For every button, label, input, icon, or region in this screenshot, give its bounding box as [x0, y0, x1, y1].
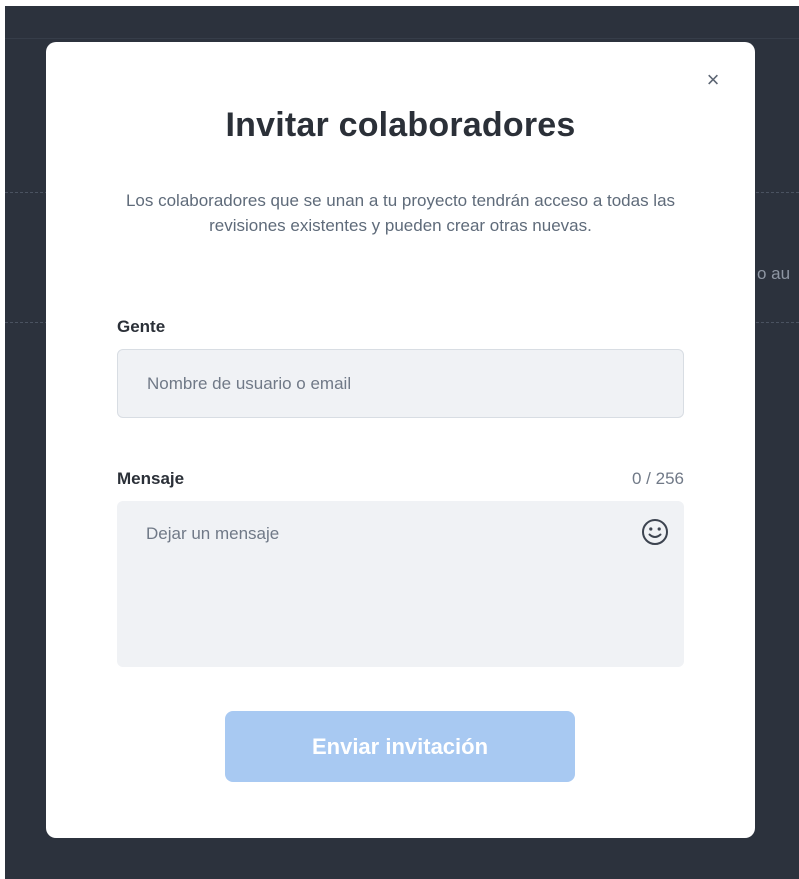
backdrop: o au × Invitar colaboradores Los colabor…: [5, 6, 799, 879]
background-divider: [5, 38, 799, 39]
send-invitation-button[interactable]: Enviar invitación: [225, 711, 575, 782]
people-search-input[interactable]: [117, 349, 684, 418]
smiley-face-icon[interactable]: [640, 517, 670, 547]
message-label: Mensaje: [117, 469, 185, 488]
invite-collaborators-dialog: × Invitar colaboradores Los colaboradore…: [46, 42, 755, 838]
people-label: Gente: [117, 317, 166, 336]
background-partial-text: o au: [757, 264, 791, 283]
close-icon[interactable]: ×: [703, 69, 723, 91]
message-textarea[interactable]: [117, 501, 684, 667]
dialog-description: Los colaboradores que se unan a tu proye…: [125, 191, 676, 235]
message-char-counter: 0 / 256: [632, 469, 684, 488]
message-field-container: [117, 501, 684, 667]
dialog-title: Invitar colaboradores: [225, 106, 576, 144]
